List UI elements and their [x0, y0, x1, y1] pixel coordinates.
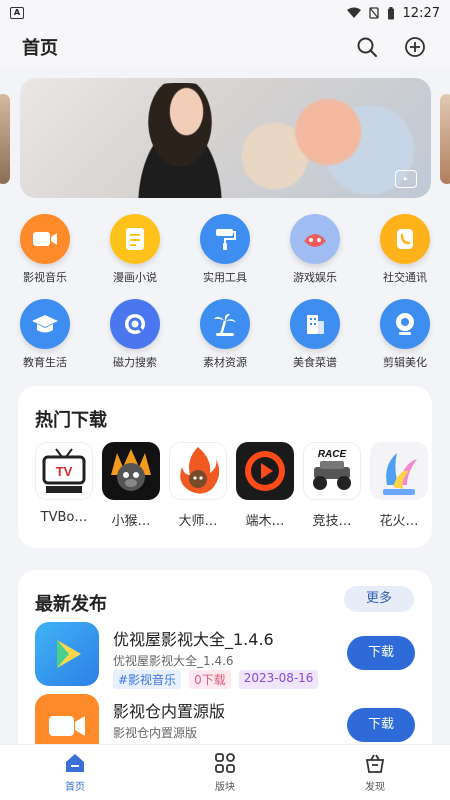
banner-photo — [115, 83, 245, 198]
category-label: 社交通讯 — [383, 271, 427, 284]
hot-app-item[interactable]: 花火… — [370, 442, 428, 529]
tab-label: 首页 — [65, 782, 85, 793]
status-bar: A 12:27 — [0, 0, 450, 26]
battery-icon — [387, 6, 394, 19]
hot-app-item[interactable]: 小猴… — [102, 442, 160, 529]
banner-slide[interactable]: ▸ — [20, 78, 431, 198]
fire-monkey-icon — [169, 442, 227, 500]
building-icon — [290, 299, 340, 349]
tab-sections[interactable]: 版块 — [185, 752, 265, 793]
category-item[interactable]: 游戏娱乐 — [270, 214, 360, 285]
category-label: 教育生活 — [23, 356, 67, 369]
hot-app-label: 小猴… — [111, 514, 151, 529]
hot-app-item[interactable]: RACE 竞技… — [303, 442, 361, 529]
app-list-item[interactable]: 优视屋影视大全_1.4.6 优视屋影视大全_1.4.6 #影视音乐 0下载 20… — [35, 622, 415, 692]
category-label: 素材资源 — [203, 356, 247, 369]
app-name: 影视仓内置源版 — [113, 702, 226, 721]
add-circle-icon — [405, 37, 425, 57]
search-button[interactable] — [354, 34, 380, 60]
latest-releases-title: 最新发布 — [35, 594, 107, 615]
race-car-icon: RACE — [303, 442, 361, 500]
category-item[interactable]: 素材资源 — [180, 299, 270, 370]
more-button[interactable]: 更多 — [344, 586, 414, 612]
graduation-cap-icon — [20, 299, 70, 349]
discover-icon — [365, 754, 385, 773]
category-item[interactable]: 剪辑美化 — [360, 299, 450, 370]
latest-releases-card: 最新发布 更多 优视屋影视大全_1.4.6 优视屋影视大全_1.4.6 #影视音… — [18, 570, 432, 770]
hot-app-label: 竞技… — [312, 514, 352, 529]
hot-app-label: TVBo… — [40, 510, 88, 525]
tab-discover[interactable]: 发现 — [335, 752, 415, 793]
phone-icon — [380, 214, 430, 264]
status-icons: 12:27 — [346, 5, 440, 21]
book-icon — [110, 214, 160, 264]
page-title: 首页 — [22, 38, 58, 59]
search-icon — [357, 37, 377, 57]
category-item[interactable]: 磁力搜索 — [90, 299, 180, 370]
category-item[interactable]: 社交通讯 — [360, 214, 450, 285]
category-item[interactable]: 漫画小说 — [90, 214, 180, 285]
tab-home[interactable]: 首页 — [35, 752, 115, 793]
tvbox-icon: TV — [35, 442, 93, 500]
app-subtitle: 优视屋影视大全_1.4.6 — [113, 654, 234, 668]
magnet-search-icon — [110, 299, 160, 349]
bottom-tab-bar: 首页 版块 发现 — [0, 744, 450, 800]
category-label: 磁力搜索 — [113, 356, 157, 369]
grid-icon — [215, 753, 235, 773]
hot-app-item[interactable]: TV TVBo… — [35, 442, 93, 529]
app-name: 优视屋影视大全_1.4.6 — [113, 630, 274, 649]
category-item[interactable]: 实用工具 — [180, 214, 270, 285]
play-badge-icon: ▸ — [395, 170, 417, 188]
category-label: 游戏娱乐 — [293, 271, 337, 284]
hot-app-item[interactable]: 大师… — [169, 442, 227, 529]
palm-tree-icon — [200, 299, 250, 349]
category-label: 漫画小说 — [113, 271, 157, 284]
hot-downloads-list: TV TVBo… 小猴… 大师… 端木… RACE 竞技… 花火… — [35, 442, 428, 529]
app-subtitle: 影视仓内置源版 — [113, 726, 198, 740]
category-label: 实用工具 — [203, 271, 247, 284]
hot-app-label: 端木… — [245, 514, 285, 529]
play-icon — [236, 442, 294, 500]
app-tags: #影视音乐 0下载 2023-08-16 — [113, 670, 319, 689]
banner-carousel[interactable]: ▸ — [0, 78, 450, 200]
fireworks-icon — [370, 442, 428, 500]
download-button[interactable]: 下载 — [347, 636, 415, 670]
category-tag[interactable]: #影视音乐 — [113, 670, 182, 689]
download-count-tag: 0下载 — [189, 670, 231, 689]
category-item[interactable]: 美食菜谱 — [270, 299, 360, 370]
download-button[interactable]: 下载 — [347, 708, 415, 742]
wifi-icon — [346, 7, 361, 18]
category-grid: 影视音乐 漫画小说 实用工具 游戏娱乐 社交通讯 教育生活 磁力搜索 素材资源 … — [0, 214, 450, 370]
hot-app-label: 花火… — [379, 514, 419, 529]
camera-icon — [380, 299, 430, 349]
play-triangle-icon — [35, 622, 99, 686]
video-icon — [20, 214, 70, 264]
category-label: 剪辑美化 — [383, 356, 427, 369]
paint-roller-icon — [200, 214, 250, 264]
home-icon — [66, 754, 84, 772]
hot-downloads-card: 热门下载 TV TVBo… 小猴… 大师… 端木… RACE 竞技… 花火… — [18, 386, 432, 548]
game-face-icon — [290, 214, 340, 264]
app-notification-icon: A — [10, 7, 24, 19]
tab-label: 版块 — [215, 782, 235, 793]
status-time: 12:27 — [402, 5, 440, 21]
hot-app-label: 大师… — [178, 514, 218, 529]
monkey-icon — [102, 442, 160, 500]
svg-text:RACE: RACE — [318, 449, 347, 460]
hot-app-item[interactable]: 端木… — [236, 442, 294, 529]
no-sim-icon — [368, 7, 379, 19]
category-label: 影视音乐 — [23, 271, 67, 284]
date-tag: 2023-08-16 — [238, 670, 319, 689]
category-item[interactable]: 教育生活 — [0, 299, 90, 370]
category-item[interactable]: 影视音乐 — [0, 214, 90, 285]
banner-prev-slide[interactable] — [0, 94, 10, 184]
add-button[interactable] — [402, 34, 428, 60]
category-label: 美食菜谱 — [293, 356, 337, 369]
tab-label: 发现 — [365, 782, 385, 793]
hot-downloads-title: 热门下载 — [35, 410, 107, 431]
app-header: 首页 — [0, 26, 450, 68]
svg-text:TV: TV — [56, 464, 73, 479]
banner-next-slide[interactable] — [440, 94, 450, 184]
